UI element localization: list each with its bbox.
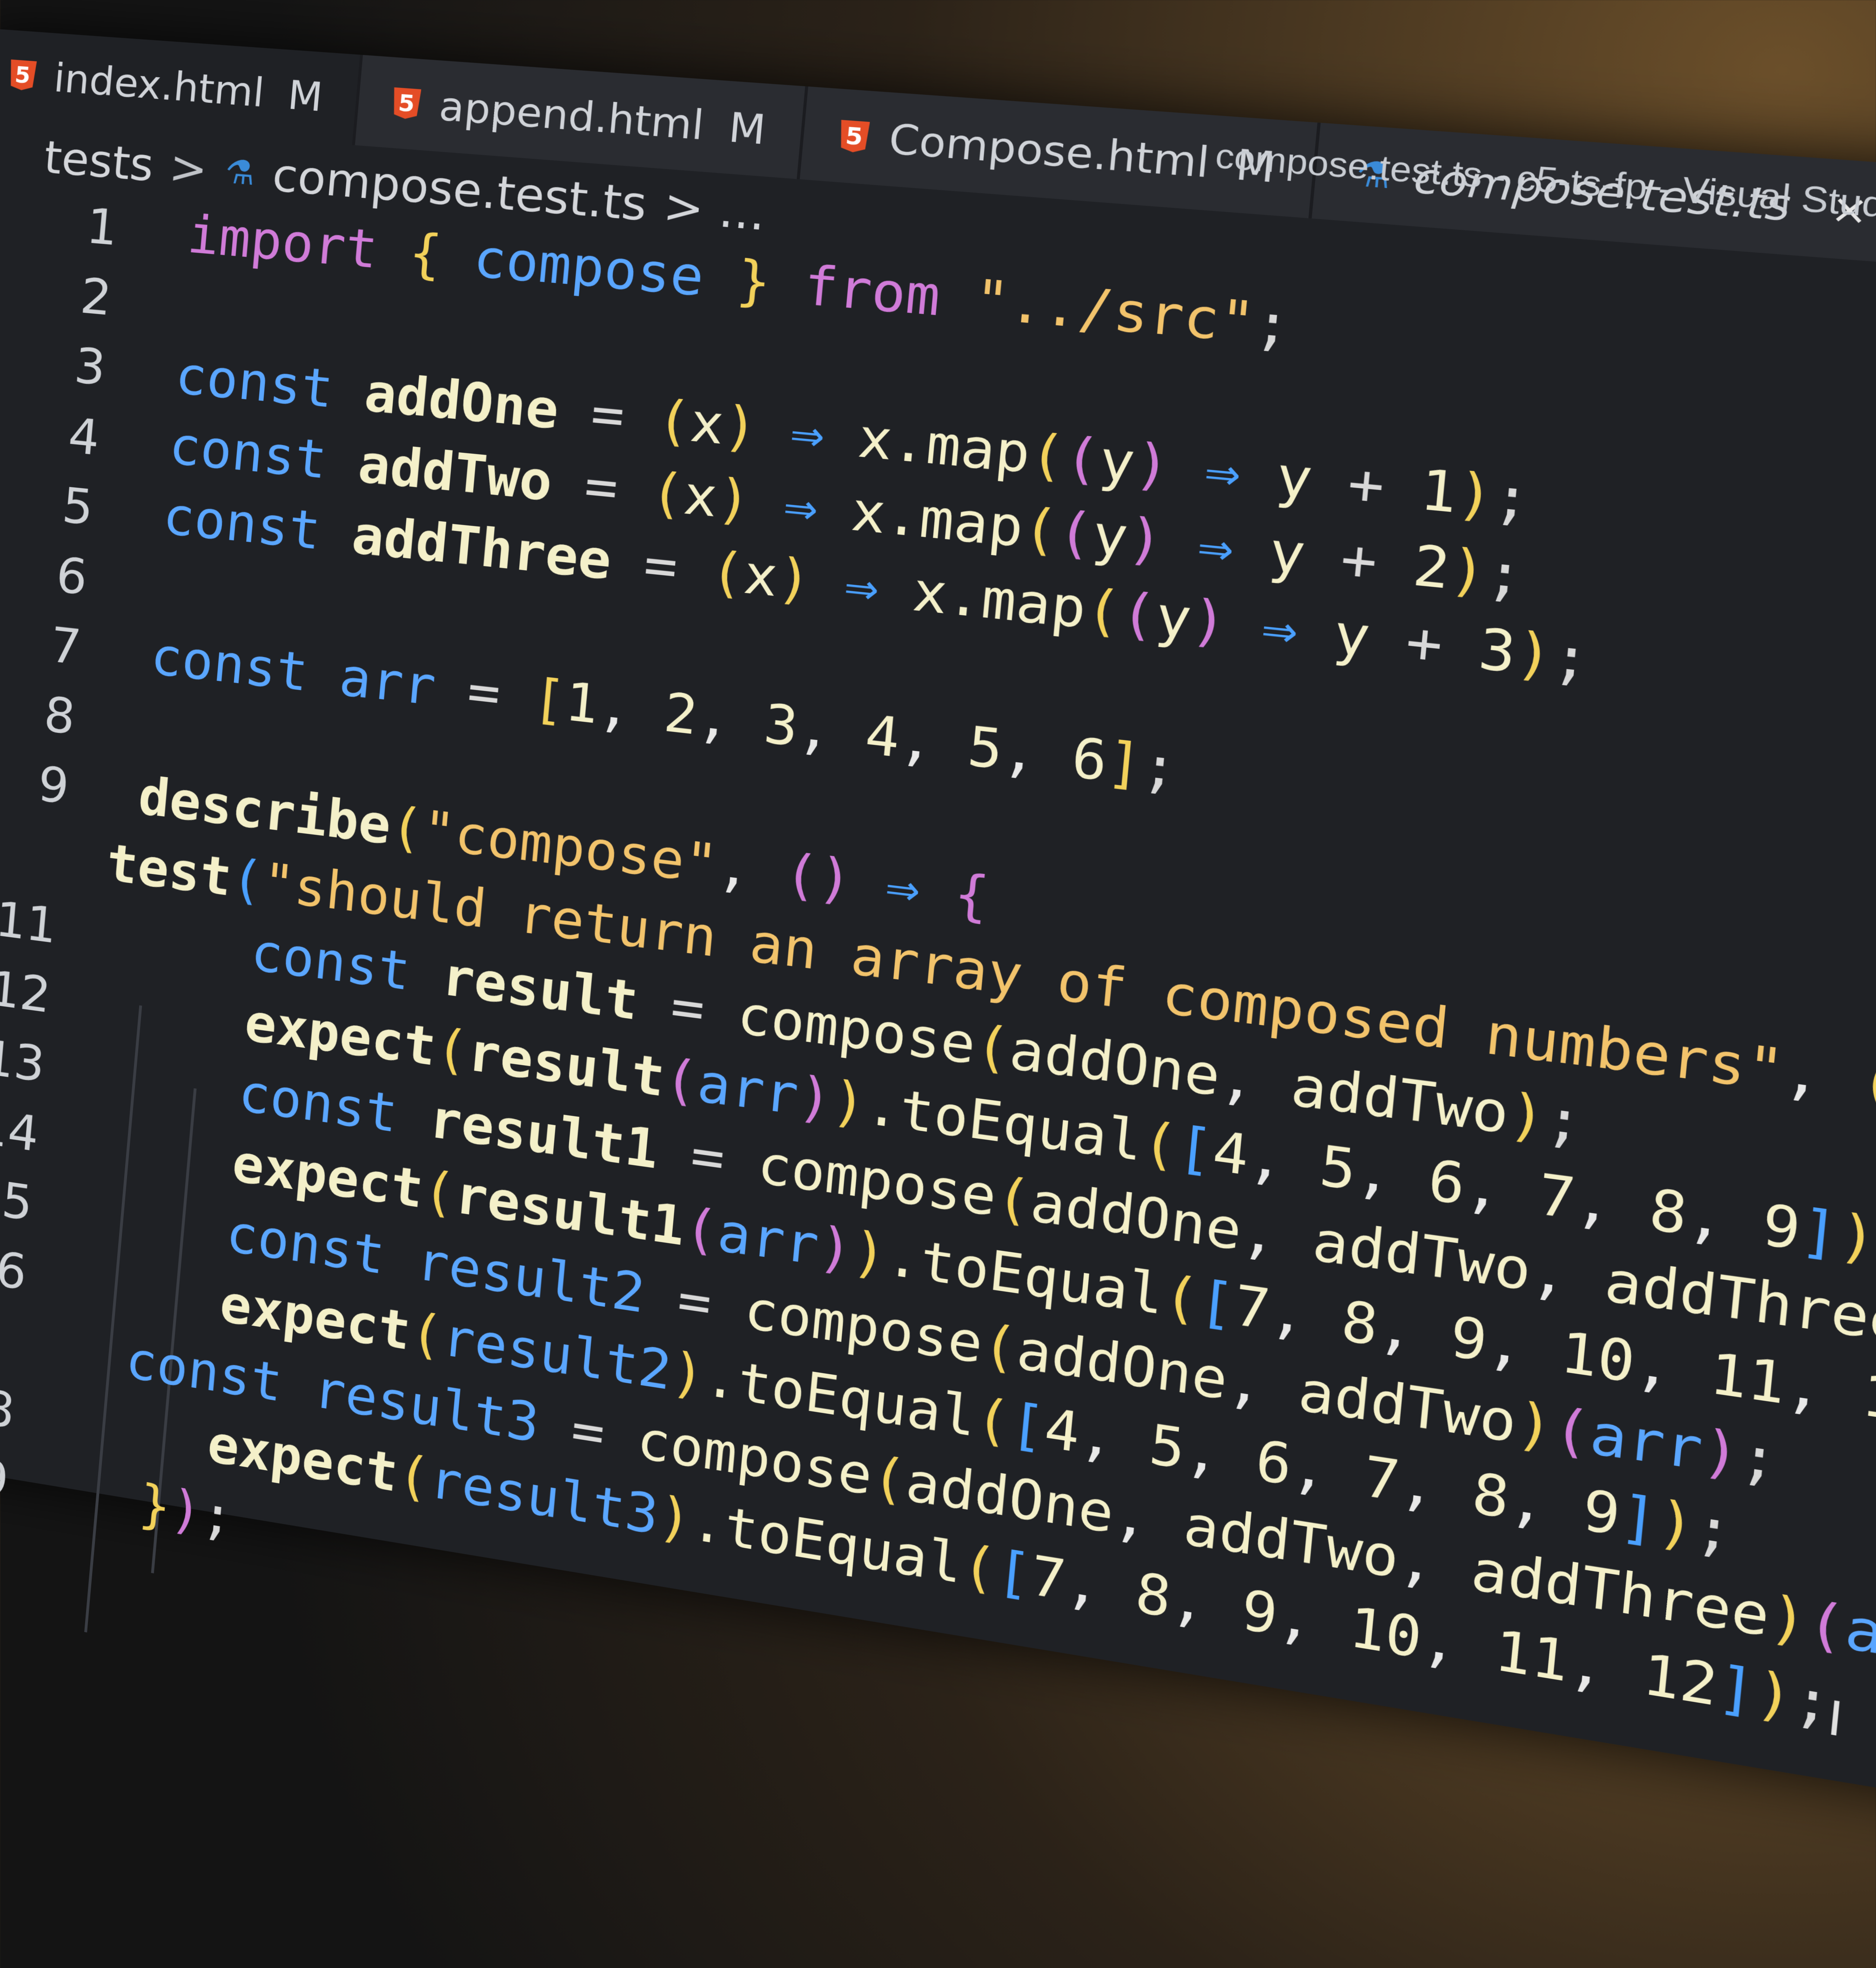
breadcrumb-folder[interactable]: tests — [42, 131, 155, 192]
modified-badge: M — [286, 72, 325, 121]
line-number: 10 — [0, 810, 48, 883]
flask-icon: ⚗ — [223, 152, 257, 193]
html5-icon: 5 — [8, 60, 37, 91]
tab-index-html[interactable]: 5 index.html M — [0, 28, 363, 145]
code-editor[interactable]: 1 import { compose } from "../src"; 2 3 … — [0, 181, 1876, 1812]
tab-label: Compose.html — [887, 115, 1212, 188]
modified-badge: M — [726, 103, 768, 154]
chevron-right-icon: > — [167, 141, 210, 196]
vscode-window: 5 index.html M 5 append.html M 5 Compose… — [0, 28, 1876, 1812]
line-number: 1 — [84, 197, 121, 257]
line-number: 3 — [72, 337, 108, 397]
line-number: 2 — [78, 267, 114, 327]
line-number: 4 — [66, 407, 102, 467]
html5-icon: 5 — [391, 87, 421, 120]
tab-label: index.html — [52, 54, 267, 116]
tab-label: append.html — [437, 82, 706, 149]
breadcrumb-more[interactable]: > ... — [661, 179, 768, 241]
html5-icon: 5 — [838, 120, 870, 154]
